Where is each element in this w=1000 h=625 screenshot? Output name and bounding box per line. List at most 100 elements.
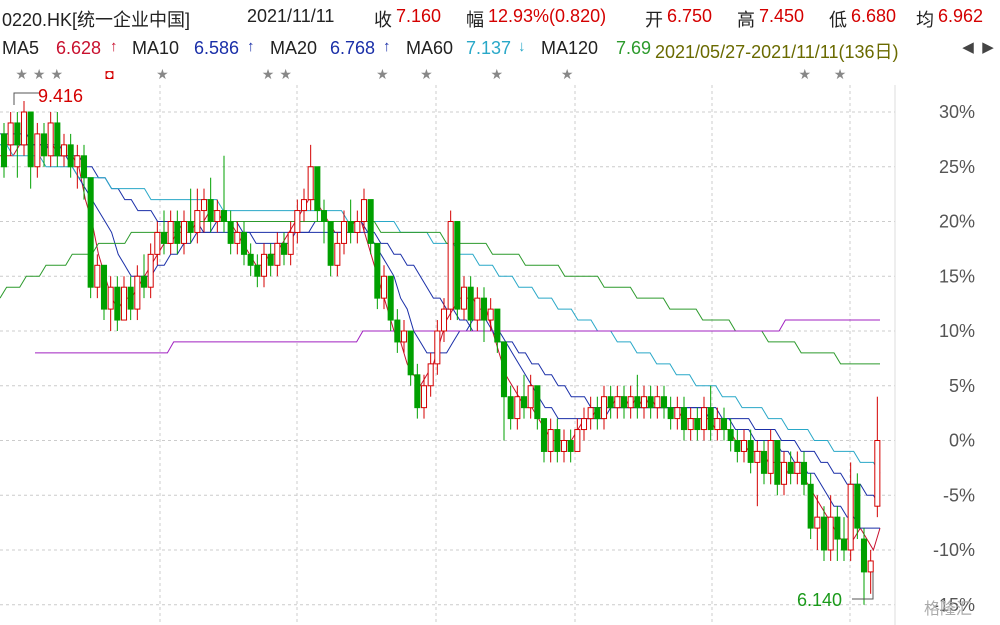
candle-body bbox=[867, 560, 874, 573]
candle-body bbox=[120, 286, 128, 321]
candle-body bbox=[667, 407, 674, 420]
candle-body bbox=[494, 308, 501, 343]
candle-body bbox=[114, 286, 121, 321]
candle-body bbox=[507, 396, 514, 420]
candle-body bbox=[487, 308, 494, 321]
candle-body bbox=[74, 155, 81, 168]
candle-body bbox=[347, 221, 354, 233]
star-marker: ★ bbox=[279, 66, 292, 82]
candle-body bbox=[254, 264, 261, 277]
candle-body bbox=[354, 221, 361, 233]
candle-body bbox=[834, 516, 841, 540]
candle-body bbox=[807, 483, 814, 529]
candle-body bbox=[280, 242, 288, 255]
candle-body bbox=[147, 253, 154, 288]
candle-body bbox=[534, 385, 541, 420]
candle-body bbox=[620, 396, 628, 409]
candle-body bbox=[0, 133, 8, 168]
ma-line-ma250 bbox=[35, 319, 880, 354]
candle-body bbox=[427, 363, 434, 387]
star-marker: ★ bbox=[491, 66, 504, 82]
candle-body bbox=[267, 253, 274, 266]
candle-body bbox=[674, 407, 681, 420]
candle-body bbox=[614, 396, 621, 409]
candle-body bbox=[380, 275, 388, 299]
y-tick-label: -10% bbox=[933, 540, 975, 560]
candle-body bbox=[200, 199, 208, 212]
candle-body bbox=[167, 221, 174, 244]
candle-body bbox=[540, 418, 548, 452]
grid bbox=[0, 85, 896, 625]
candle-body bbox=[334, 242, 341, 266]
candle-body bbox=[154, 231, 161, 255]
candle-body bbox=[500, 341, 508, 398]
candle-body bbox=[600, 396, 608, 420]
high-pointer bbox=[13, 92, 40, 105]
candle-body bbox=[407, 330, 414, 376]
candle-body bbox=[660, 396, 668, 409]
low-pointer bbox=[852, 572, 874, 600]
candle-body bbox=[560, 440, 568, 452]
candle-body bbox=[554, 429, 561, 452]
y-tick-label: -5% bbox=[943, 485, 975, 505]
candle-body bbox=[100, 264, 108, 310]
high-value-label: 9.416 bbox=[38, 86, 83, 106]
candle-body bbox=[734, 440, 741, 452]
candle-body bbox=[54, 122, 61, 157]
star-marker: ★ bbox=[15, 66, 28, 82]
candle-body bbox=[874, 440, 881, 507]
star-marker: ★ bbox=[561, 66, 574, 82]
star-marker: ★ bbox=[834, 66, 847, 82]
candle-body bbox=[47, 122, 54, 157]
candle-body bbox=[700, 407, 708, 431]
candle-body bbox=[214, 210, 221, 223]
candle-body bbox=[227, 221, 234, 244]
candle-body bbox=[27, 111, 34, 168]
candle-body bbox=[40, 133, 48, 157]
candle-body bbox=[634, 396, 641, 409]
candle-body bbox=[707, 407, 714, 431]
candle-body bbox=[140, 275, 148, 288]
signal-markers: ★ ★ ★ ◘ ★ ★ ★ ★ ★ ★ ★ ★ ★ bbox=[15, 66, 846, 82]
candle-body bbox=[80, 155, 88, 179]
candle-body bbox=[820, 516, 828, 551]
candle-body bbox=[420, 385, 428, 409]
candle-body bbox=[447, 221, 454, 310]
candle-body bbox=[460, 286, 468, 310]
candle-body bbox=[640, 396, 648, 409]
candle-body bbox=[314, 166, 321, 212]
candle-body bbox=[520, 396, 528, 409]
candle-body bbox=[340, 221, 348, 244]
candle-body bbox=[240, 231, 248, 255]
candle-body bbox=[400, 330, 408, 343]
candle-body bbox=[580, 418, 588, 431]
y-tick-label: 25% bbox=[939, 157, 975, 177]
candle-body bbox=[7, 122, 14, 146]
candle-body bbox=[574, 429, 581, 452]
candle-body bbox=[847, 483, 854, 551]
candle-body bbox=[440, 308, 448, 332]
candle-body bbox=[714, 418, 721, 431]
candle-body bbox=[60, 144, 68, 157]
candle-body bbox=[774, 440, 781, 485]
candle-body bbox=[14, 122, 21, 146]
candle-body bbox=[787, 461, 794, 474]
candle-body bbox=[180, 221, 188, 244]
candle-body bbox=[567, 440, 574, 452]
candle-body bbox=[680, 407, 688, 431]
candle-body bbox=[594, 407, 601, 420]
candle-body bbox=[374, 242, 381, 299]
candle-body bbox=[840, 538, 848, 551]
candle-body bbox=[627, 396, 634, 409]
candle-body bbox=[480, 297, 488, 321]
candle-body bbox=[20, 111, 28, 146]
candle-body bbox=[587, 407, 594, 420]
candle-body bbox=[274, 242, 281, 266]
candle-body bbox=[207, 199, 214, 223]
candle-body bbox=[654, 396, 661, 409]
candle-body bbox=[194, 210, 201, 233]
candle-body bbox=[327, 221, 334, 266]
candle-body bbox=[860, 538, 868, 573]
candle-body bbox=[607, 396, 614, 409]
candle-body bbox=[287, 231, 294, 255]
